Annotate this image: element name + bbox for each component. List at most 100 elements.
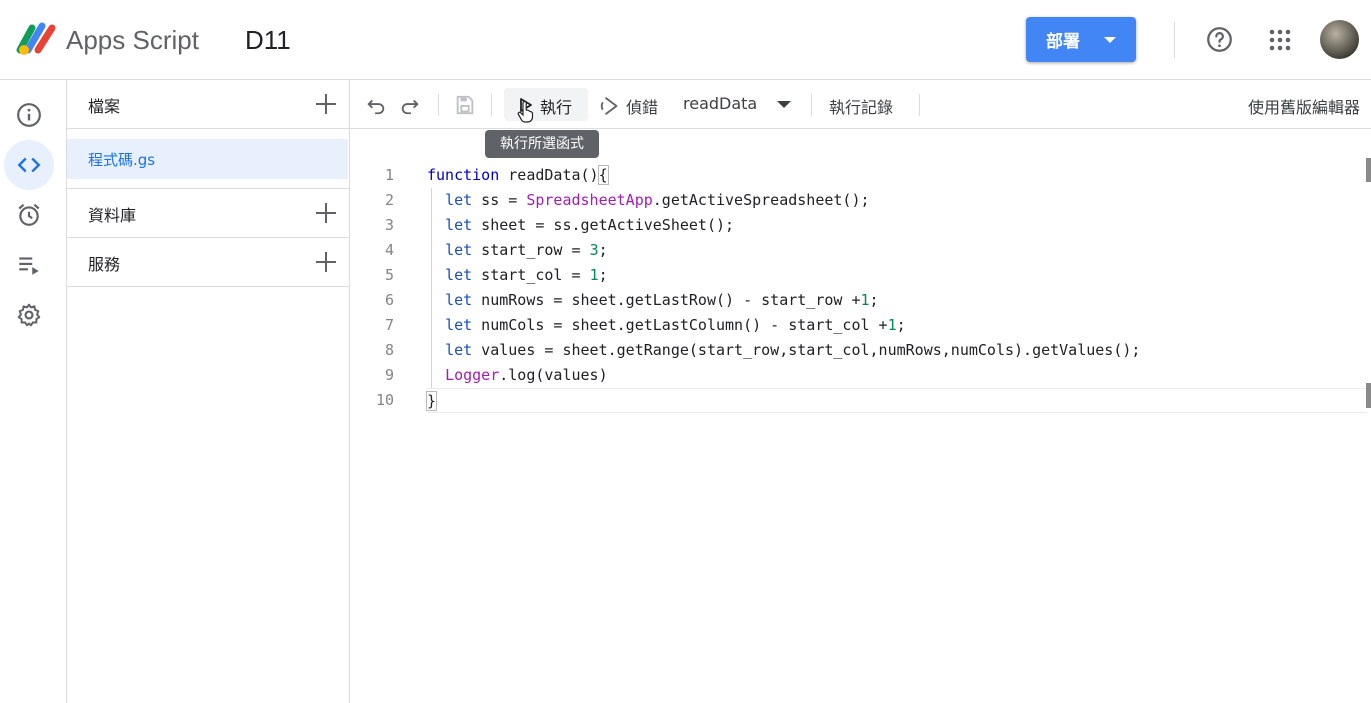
deploy-button[interactable]: 部署	[1026, 17, 1136, 62]
indent-guide	[431, 263, 432, 288]
code-line[interactable]: let start_col = 1;	[427, 263, 1367, 288]
code-token: sheet = ss.getActiveSheet();	[472, 216, 735, 234]
indent-guide	[431, 188, 432, 213]
line-number: 5	[384, 266, 394, 284]
indent-guide	[431, 363, 432, 388]
library-section-header: 資料庫	[67, 188, 350, 238]
function-selector[interactable]: readData	[683, 94, 757, 113]
line-number: 4	[384, 241, 394, 259]
save-icon[interactable]	[454, 94, 476, 116]
code-line[interactable]: let values = sheet.getRange(start_row,st…	[427, 338, 1367, 363]
info-icon	[17, 103, 41, 127]
line-number: 10	[375, 391, 394, 409]
add-library-plus-icon[interactable]	[315, 202, 337, 224]
scrollbar-marker[interactable]	[1366, 158, 1371, 182]
code-token: let	[445, 216, 473, 234]
code-line[interactable]: }	[425, 388, 1367, 413]
code-token: .log(values)	[499, 366, 608, 384]
code-token: let	[445, 241, 473, 259]
help-icon[interactable]	[1206, 26, 1233, 53]
code-area[interactable]: function readData(){ let ss = Spreadshee…	[425, 163, 1367, 413]
files-section-header: 檔案	[67, 80, 350, 129]
redo-icon[interactable]	[399, 94, 421, 116]
rail-executions[interactable]	[4, 240, 54, 290]
code-line[interactable]: let numRows = sheet.getLastRow() - start…	[427, 288, 1367, 313]
code-token: Logger	[445, 366, 500, 384]
code-icon	[17, 157, 41, 173]
library-section-label: 資料庫	[88, 206, 137, 225]
line-number: 9	[384, 366, 394, 384]
line-number: 8	[384, 341, 394, 359]
toolbar-divider	[919, 94, 920, 116]
app-name[interactable]: Apps Script	[66, 22, 199, 58]
code-token: 1	[887, 316, 897, 334]
code-line[interactable]: let numCols = sheet.getLastColumn() - st…	[427, 313, 1367, 338]
code-line[interactable]: let ss = SpreadsheetApp.getActiveSpreads…	[427, 188, 1367, 213]
rail-triggers[interactable]	[4, 190, 54, 240]
code-token: 1	[860, 291, 870, 309]
toolbar-divider	[438, 94, 439, 116]
run-button-label: 執行	[540, 98, 573, 117]
header-divider	[1174, 22, 1175, 58]
rail-editor[interactable]	[4, 140, 54, 190]
debug-button[interactable]: 偵錯	[626, 94, 658, 118]
line-number: 6	[384, 291, 394, 309]
code-line[interactable]: Logger.log(values)	[427, 363, 1367, 388]
use-legacy-editor-button[interactable]: 使用舊版編輯器	[1248, 94, 1360, 118]
editor-toolbar: 執行 偵錯 readData 執行記錄 使用舊版編輯器	[350, 80, 1371, 129]
project-name[interactable]: D11	[245, 22, 291, 58]
deploy-dropdown-icon[interactable]	[1104, 37, 1116, 43]
run-tooltip: 執行所選函式	[485, 130, 599, 158]
code-line[interactable]: let sheet = ss.getActiveSheet();	[427, 213, 1367, 238]
scrollbar-marker[interactable]	[1366, 383, 1371, 408]
code-token: SpreadsheetApp	[526, 191, 653, 209]
code-token: let	[445, 316, 473, 334]
line-number: 1	[384, 166, 394, 184]
apps-script-logo-icon[interactable]	[16, 20, 60, 56]
code-token: start_row =	[472, 241, 590, 259]
add-file-plus-icon[interactable]	[315, 93, 337, 115]
indent-guide	[431, 288, 432, 313]
code-token: {	[597, 165, 609, 185]
function-dropdown-icon[interactable]	[777, 101, 791, 108]
file-item-code-gs[interactable]: 程式碼.gs	[67, 139, 348, 179]
user-avatar[interactable]	[1320, 20, 1359, 59]
code-token: ;	[896, 316, 906, 334]
files-section-label: 檔案	[88, 97, 121, 116]
code-token: ss =	[472, 191, 527, 209]
debug-icon[interactable]	[600, 95, 622, 117]
add-service-plus-icon[interactable]	[315, 251, 337, 273]
code-line[interactable]: let start_row = 3;	[427, 238, 1367, 263]
code-token: readData()	[499, 166, 599, 184]
code-token: let	[445, 291, 473, 309]
code-line[interactable]: function readData(){	[427, 163, 1367, 188]
code-token: function	[427, 166, 500, 184]
files-panel: 檔案 程式碼.gs 資料庫 服務	[67, 80, 350, 703]
deploy-button-label: 部署	[1046, 32, 1080, 52]
code-token: }	[425, 391, 438, 411]
indent-guide	[431, 213, 432, 238]
alarm-clock-icon	[18, 203, 40, 226]
code-token: ;	[869, 291, 879, 309]
code-token: numCols = sheet.getLastColumn() - start_…	[472, 316, 888, 334]
indent-guide	[431, 313, 432, 338]
code-token: let	[445, 266, 473, 284]
execution-log-button[interactable]: 執行記錄	[829, 94, 893, 118]
undo-icon[interactable]	[365, 94, 387, 116]
services-section-header: 服務	[67, 238, 350, 287]
rail-overview[interactable]	[4, 90, 54, 140]
rail-settings[interactable]	[4, 290, 54, 340]
code-editor[interactable]: 1 2 3 4 5 6 7 8 9 10 function readData(){ let ss …	[350, 129, 1371, 703]
code-token: let	[445, 191, 473, 209]
line-number: 3	[384, 216, 394, 234]
toolbar-divider	[811, 94, 812, 116]
code-token: let	[445, 341, 473, 359]
google-apps-icon[interactable]	[1268, 28, 1292, 52]
code-token: ;	[598, 266, 608, 284]
